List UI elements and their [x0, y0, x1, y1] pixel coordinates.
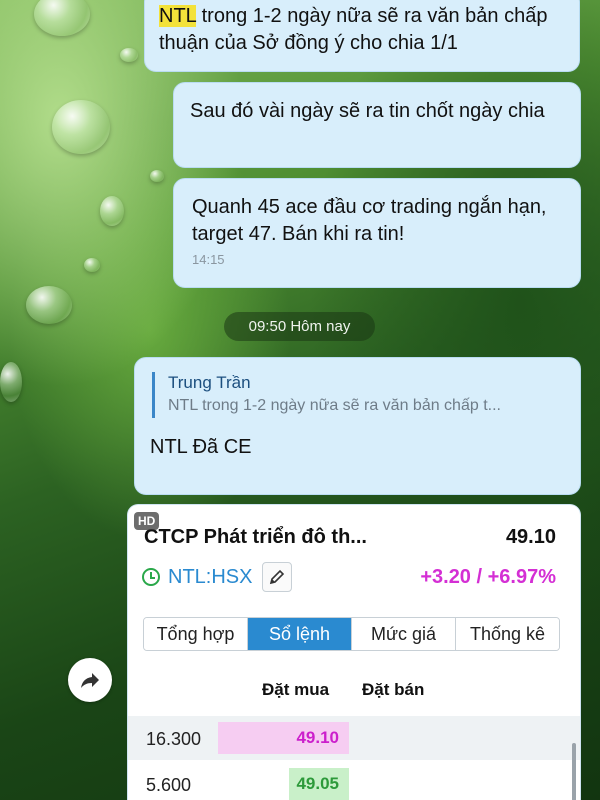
price-change: +3.20 / +6.97% — [420, 566, 556, 588]
bid-price-text: 49.10 — [296, 728, 339, 747]
water-drop — [120, 48, 138, 62]
tab-tong-hop[interactable]: Tổng hợp — [144, 618, 248, 650]
message-text: trong 1-2 ngày nữa sẽ ra văn bản chấp th… — [159, 5, 548, 54]
water-drop — [52, 100, 110, 154]
column-header-sell: Đặt bán — [362, 680, 425, 699]
scrollbar[interactable] — [572, 743, 576, 800]
message-timestamp: 14:15 — [192, 252, 225, 267]
water-drop — [0, 362, 22, 402]
water-drop — [100, 196, 124, 226]
share-button[interactable] — [68, 658, 112, 702]
message-bubble[interactable]: Sau đó vài ngày sẽ ra tin chốt ngày chia — [173, 82, 581, 168]
order-book-row: 5.600 49.05 — [128, 762, 580, 800]
reply-message-bubble[interactable]: Trung Trần NTL trong 1-2 ngày nữa sẽ ra … — [134, 357, 581, 495]
bid-price-text: 49.05 — [296, 774, 339, 793]
date-separator: 09:50 Hôm nay — [224, 312, 375, 341]
water-drop — [34, 0, 90, 36]
tab-so-lenh[interactable]: Sổ lệnh — [248, 618, 352, 650]
quote-text: NTL trong 1-2 ngày nữa sẽ ra văn bản chấ… — [168, 397, 501, 414]
ticker-row: NTL:HSX — [142, 562, 293, 592]
bid-volume: 5.600 — [146, 775, 192, 795]
message-text: Quanh 45 ace đầu cơ trading ngắn hạn, ta… — [192, 196, 547, 245]
clock-icon — [142, 568, 160, 586]
stock-price: 49.10 — [505, 526, 556, 548]
water-drop — [150, 170, 164, 182]
column-header-buy: Đặt mua — [262, 680, 330, 699]
highlighted-text: NTL — [159, 5, 197, 27]
tab-muc-gia[interactable]: Mức giá — [352, 618, 456, 650]
company-name: CTCP Phát triển đô th... — [144, 526, 367, 548]
pencil-icon — [270, 569, 285, 585]
hd-badge: HD — [134, 512, 160, 530]
tab-thong-ke[interactable]: Thống kê — [456, 618, 559, 650]
bid-price: 49.10 — [218, 722, 349, 754]
message-text: NTL Đã CE — [150, 436, 252, 458]
ticker-symbol[interactable]: NTL:HSX — [168, 566, 252, 589]
quote-author: Trung Trần — [168, 373, 251, 392]
water-drop — [26, 286, 72, 324]
order-book-row: 16.300 49.10 — [128, 716, 580, 760]
message-bubble[interactable]: Quanh 45 ace đầu cơ trading ngắn hạn, ta… — [173, 178, 581, 288]
message-bubble[interactable]: NTL trong 1-2 ngày nữa sẽ ra văn bản chấ… — [144, 0, 580, 72]
bid-price: 49.05 — [218, 768, 349, 800]
tab-bar: Tổng hợp Sổ lệnh Mức giá Thống kê — [143, 617, 560, 651]
water-drop — [84, 258, 100, 272]
message-text: Sau đó vài ngày sẽ ra tin chốt ngày chia — [190, 100, 545, 122]
bid-volume: 16.300 — [146, 729, 202, 749]
share-arrow-icon — [81, 673, 99, 688]
stock-card[interactable]: CTCP Phát triển đô th... 49.10 NTL:HSX +… — [128, 505, 580, 800]
quoted-message[interactable]: Trung Trần NTL trong 1-2 ngày nữa sẽ ra … — [152, 372, 566, 418]
edit-button[interactable] — [262, 562, 293, 592]
